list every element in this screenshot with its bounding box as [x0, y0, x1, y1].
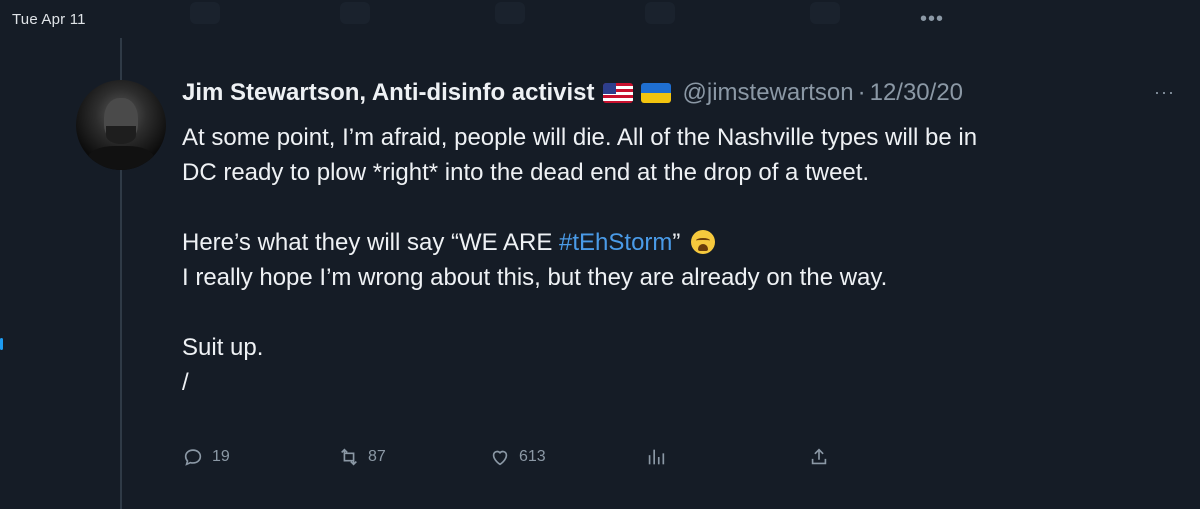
- tweet-thread-view: Tue Apr 11 ••• Jim Stewartson, Anti-disi…: [0, 0, 1200, 509]
- ghost-icon: [645, 2, 675, 24]
- tweet-more-icon[interactable]: ···: [1154, 82, 1175, 103]
- avatar[interactable]: [76, 80, 166, 170]
- ukraine-flag-icon: [640, 83, 671, 103]
- reply-count: 19: [212, 448, 230, 465]
- author-handle[interactable]: @jimstewartson: [683, 79, 854, 107]
- tweet-header: Jim Stewartson, Anti-disinfo activist @j…: [182, 78, 963, 108]
- tweet-text-line: /: [182, 369, 189, 396]
- ghost-icon: [810, 2, 840, 24]
- tweet-actions: 19 87 613: [182, 446, 842, 472]
- author-name[interactable]: Jim Stewartson, Anti-disinfo activist: [182, 79, 595, 107]
- tweet-text-line: Suit up.: [182, 334, 264, 361]
- chart-icon: [648, 449, 665, 465]
- tweet-timestamp[interactable]: 12/30/20: [870, 79, 963, 107]
- like-button[interactable]: 613: [489, 446, 546, 468]
- more-options-icon[interactable]: •••: [920, 8, 944, 31]
- scroll-indicator: [0, 338, 3, 350]
- ghost-icon: [190, 2, 220, 24]
- hashtag-link[interactable]: #tEhStorm: [559, 229, 672, 256]
- tweet-text-line: At some point, I’m afraid, people will d…: [182, 124, 978, 151]
- retweet-count: 87: [368, 448, 386, 465]
- separator: ·: [857, 79, 866, 106]
- weary-face-icon: [691, 230, 716, 254]
- tweet-text-line: I really hope I’m wrong about this, but …: [182, 264, 888, 291]
- share-icon: [811, 448, 827, 465]
- date-label: Tue Apr 11: [12, 11, 86, 28]
- heart-icon: [492, 450, 508, 466]
- tweet-text-line: DC ready to plow *right* into the dead e…: [182, 159, 870, 186]
- retweet-icon: [341, 448, 357, 466]
- header-ghost-icons: [150, 0, 850, 30]
- ghost-icon: [495, 2, 525, 24]
- reply-button[interactable]: 19: [182, 446, 230, 468]
- us-flag-icon: [602, 83, 633, 103]
- retweet-button[interactable]: 87: [338, 446, 386, 468]
- ghost-icon: [340, 2, 370, 24]
- like-count: 613: [519, 448, 546, 465]
- reply-icon: [184, 449, 202, 466]
- views-button[interactable]: [645, 446, 675, 468]
- share-button[interactable]: [808, 446, 838, 468]
- tweet-body: At some point, I’m afraid, people will d…: [182, 120, 1182, 400]
- tweet-text-line: Here’s what they will say “WE ARE #tEhSt…: [182, 225, 1182, 260]
